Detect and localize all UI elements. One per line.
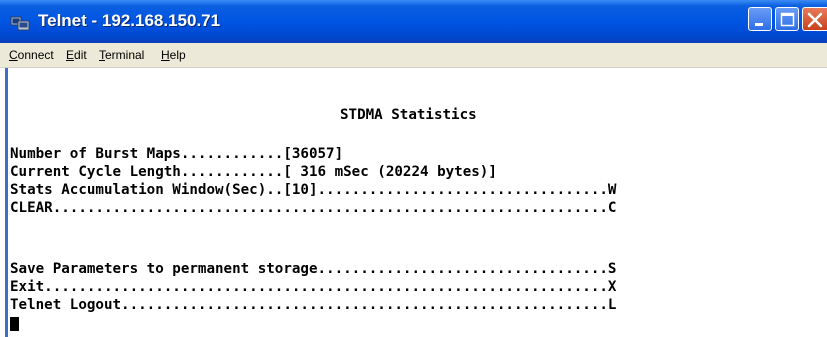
menu-terminal[interactable]: Terminal — [99, 48, 144, 62]
terminal-line: Current Cycle Length............[ 316 mS… — [10, 164, 497, 180]
terminal-line: Stats Accumulation Window(Sec)..[10]....… — [10, 182, 617, 198]
terminal-line: Save Parameters to permanent storage....… — [10, 261, 617, 277]
terminal-heading: STDMA Statistics — [340, 107, 477, 123]
menu-connect[interactable]: Connect — [9, 48, 54, 62]
close-icon — [807, 12, 823, 28]
window-title: Telnet - 192.168.150.71 — [38, 11, 221, 30]
menu-help[interactable]: Help — [161, 48, 186, 62]
terminal-line: Exit....................................… — [10, 279, 617, 295]
minimize-icon — [755, 23, 763, 26]
terminal-line: CLEAR...................................… — [10, 200, 617, 216]
menu-bar: Connect Edit Terminal Help — [0, 43, 827, 68]
maximize-icon — [780, 12, 795, 27]
minimize-button[interactable] — [748, 7, 772, 31]
text-cursor — [10, 317, 19, 331]
terminal-line: Telnet Logout...........................… — [10, 297, 617, 313]
menu-edit[interactable]: Edit — [66, 48, 87, 62]
maximize-button[interactable] — [775, 7, 799, 31]
terminal-screen[interactable]: STDMA Statistics Number of Burst Maps...… — [0, 68, 827, 337]
telnet-app-icon — [10, 16, 30, 31]
terminal-border — [5, 68, 8, 337]
close-button[interactable] — [802, 7, 827, 31]
terminal-line: Number of Burst Maps............[36057] — [10, 146, 344, 162]
telnet-window: Telnet - 192.168.150.71 Connect Edit Ter… — [0, 0, 827, 337]
title-bar[interactable]: Telnet - 192.168.150.71 — [0, 0, 827, 43]
